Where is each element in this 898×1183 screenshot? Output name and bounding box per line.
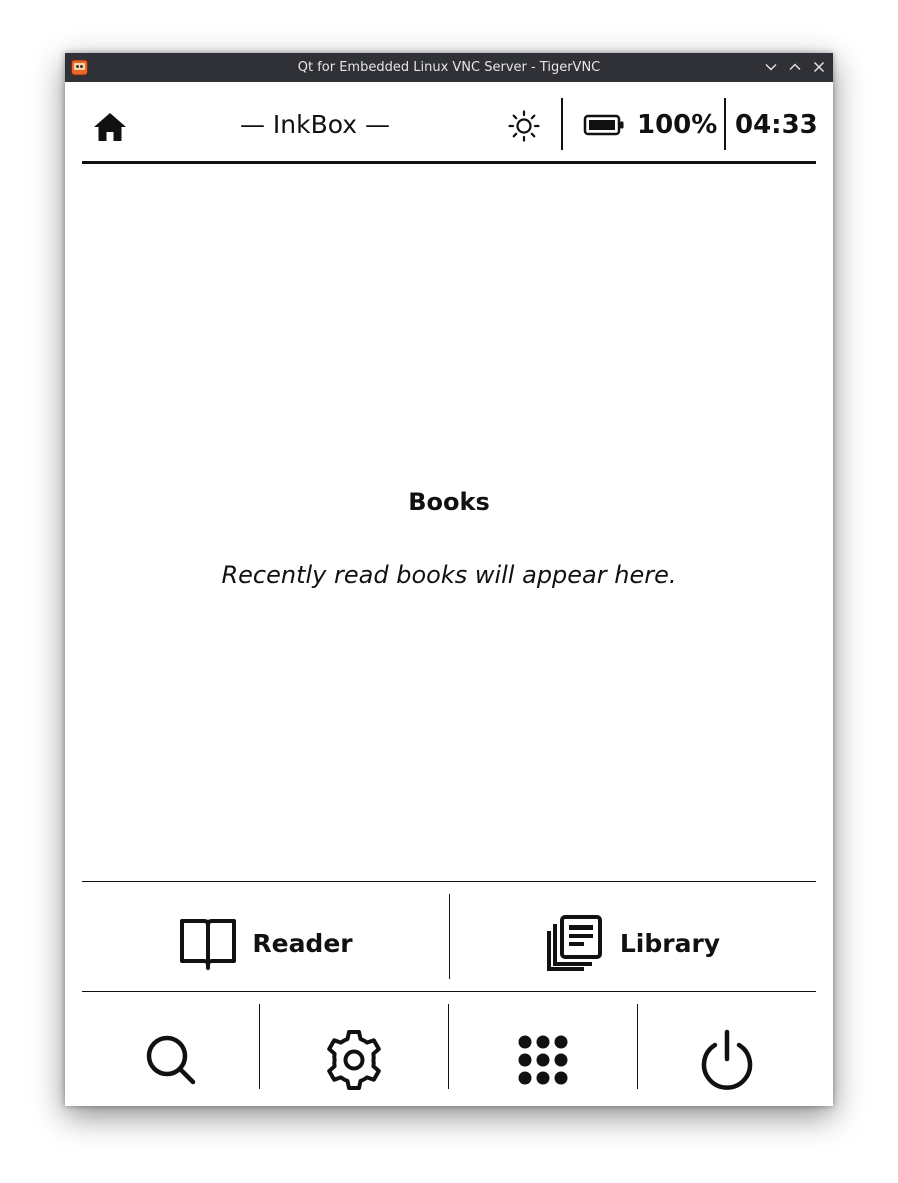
- library-label: Library: [619, 928, 721, 958]
- minimize-button[interactable]: [764, 60, 778, 74]
- section-title: Books: [408, 488, 490, 516]
- empty-state-message: Recently read books will appear here.: [221, 561, 677, 589]
- window-title: Qt for Embedded Linux VNC Server - Tiger…: [297, 60, 601, 75]
- library-icon: [546, 915, 606, 971]
- apps-button[interactable]: [449, 1017, 637, 1103]
- reader-button[interactable]: Reader: [82, 894, 449, 992]
- inkbox-screen: — InkBox — 100% 04:33 Books Recently rea…: [65, 82, 833, 1106]
- clock: 04:33: [735, 110, 818, 140]
- header-divider: [82, 161, 816, 164]
- power-icon: [701, 1029, 753, 1090]
- maximize-button[interactable]: [788, 60, 802, 74]
- settings-button[interactable]: [260, 1017, 448, 1103]
- open-book-icon: [178, 915, 238, 971]
- battery-percent: 100%: [637, 110, 718, 140]
- close-button[interactable]: [812, 60, 826, 74]
- sun-icon[interactable]: [507, 109, 541, 143]
- topbar-divider: [724, 98, 726, 150]
- gear-icon: [327, 1030, 381, 1090]
- home-icon[interactable]: [92, 109, 128, 145]
- app-title: — InkBox —: [239, 110, 391, 139]
- window-titlebar[interactable]: Qt for Embedded Linux VNC Server - Tiger…: [65, 53, 833, 82]
- actions-divider-bottom: [82, 991, 816, 992]
- power-button[interactable]: [638, 1017, 816, 1103]
- search-button[interactable]: [82, 1017, 259, 1103]
- vnc-window: Qt for Embedded Linux VNC Server - Tiger…: [65, 53, 833, 1106]
- apps-grid-icon: [518, 1035, 568, 1085]
- battery-full-icon: [583, 113, 625, 137]
- reader-label: Reader: [252, 928, 353, 958]
- actions-divider-top: [82, 881, 816, 882]
- search-icon: [146, 1035, 195, 1085]
- library-button[interactable]: Library: [450, 894, 816, 992]
- topbar-divider: [561, 98, 563, 150]
